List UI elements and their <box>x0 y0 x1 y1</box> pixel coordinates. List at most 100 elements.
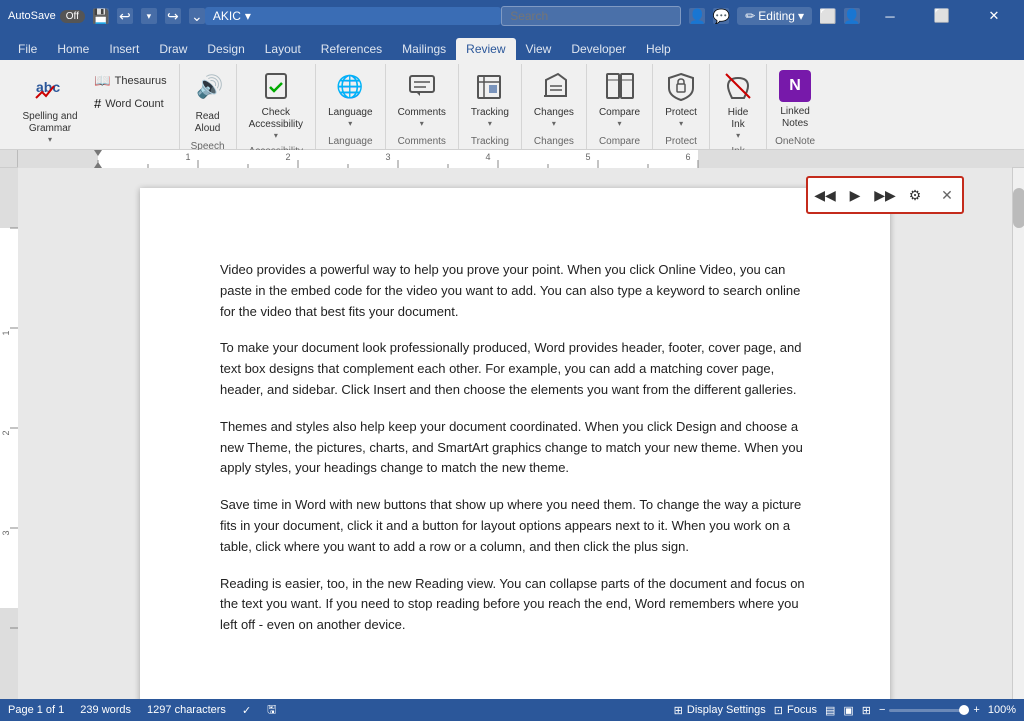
word-count-text: 239 words <box>80 704 131 716</box>
spelling-grammar-button[interactable]: abc Spelling and Grammar ▾ <box>14 66 86 148</box>
linked-notes-button[interactable]: N LinkedNotes <box>773 66 817 134</box>
undo-dropdown-button[interactable]: ▾ <box>141 8 157 24</box>
compare-group-label: Compare <box>593 134 646 149</box>
app-dropdown-icon: ▾ <box>245 9 251 23</box>
tab-file[interactable]: File <box>8 38 47 60</box>
compare-button[interactable]: Compare ▾ <box>593 66 646 132</box>
editing-mode-button[interactable]: ✏ Editing ▾ <box>737 7 812 25</box>
svg-text:2: 2 <box>1 430 11 435</box>
ribbon-display-button[interactable]: ⬜ <box>820 8 836 24</box>
zoom-control[interactable]: − + <box>879 704 980 716</box>
save-status-icon[interactable]: 🖫 <box>267 701 276 720</box>
comments-button[interactable]: Comments ▾ <box>392 66 452 132</box>
svg-text:3: 3 <box>1 530 11 535</box>
ruler-left-gutter <box>0 150 18 167</box>
onenote-content: N LinkedNotes <box>773 64 817 134</box>
hide-ink-dropdown-icon: ▾ <box>736 131 740 140</box>
thesaurus-button[interactable]: 📖 Thesaurus <box>88 70 173 92</box>
tab-layout[interactable]: Layout <box>255 38 311 60</box>
zoom-percent-label: 100% <box>988 704 1016 716</box>
tab-draw[interactable]: Draw <box>149 38 197 60</box>
svg-text:4: 4 <box>485 152 490 162</box>
vertical-scrollbar[interactable] <box>1012 168 1024 699</box>
close-button[interactable]: ✕ <box>972 0 1016 32</box>
check-accessibility-button[interactable]: CheckAccessibility ▾ <box>243 66 309 144</box>
proofing-content: abc Spelling and Grammar ▾ 📖 Thesaurus #… <box>14 64 173 148</box>
language-content: 🌐 Language ▾ <box>322 64 379 134</box>
protect-button[interactable]: Protect ▾ <box>659 66 703 132</box>
proofing-status-icon[interactable]: ✓ <box>242 704 251 717</box>
view-mode-button-2[interactable]: ▣ <box>843 704 853 717</box>
zoom-minus-button[interactable]: − <box>879 704 885 716</box>
display-settings-button[interactable]: ⊞ Display Settings <box>674 704 766 717</box>
language-button[interactable]: 🌐 Language ▾ <box>322 66 379 132</box>
read-aloud-next-button[interactable]: ▶▶ <box>871 181 899 209</box>
tab-mailings[interactable]: Mailings <box>392 38 456 60</box>
tab-help[interactable]: Help <box>636 38 681 60</box>
tab-insert[interactable]: Insert <box>99 38 149 60</box>
autosave-control[interactable]: AutoSave Off <box>8 10 85 23</box>
char-count-status[interactable]: 1297 characters <box>147 704 226 716</box>
comment-button[interactable]: 💬 <box>713 8 729 24</box>
word-count-status[interactable]: 239 words <box>80 704 131 716</box>
svg-text:1: 1 <box>185 152 190 162</box>
save-icon: 🖫 <box>267 701 276 720</box>
read-aloud-button[interactable]: 🔊 ReadAloud <box>186 66 230 139</box>
autosave-toggle[interactable]: Off <box>60 10 85 23</box>
profile-button[interactable]: 👤 <box>844 8 860 24</box>
restore-button[interactable]: ⬜ <box>920 0 964 32</box>
view-mode-button-3[interactable]: ⊞ <box>862 704 871 717</box>
ruler-right-gutter <box>1012 150 1024 167</box>
undo-button[interactable]: ↩ <box>117 8 133 24</box>
zoom-thumb[interactable] <box>959 705 969 715</box>
svg-text:1: 1 <box>1 330 11 335</box>
save-button[interactable]: 💾 <box>93 8 109 24</box>
tab-references[interactable]: References <box>311 38 392 60</box>
page-info-text: Page 1 of 1 <box>8 704 64 716</box>
tracking-button[interactable]: Tracking ▾ <box>465 66 515 132</box>
more-qat-button[interactable]: ⌄ <box>189 8 205 24</box>
display-settings-icon: ⊞ <box>674 704 683 717</box>
zoom-plus-button[interactable]: + <box>973 704 979 716</box>
tab-developer[interactable]: Developer <box>561 38 636 60</box>
search-input[interactable] <box>501 6 681 26</box>
svg-text:6: 6 <box>685 152 690 162</box>
redo-button[interactable]: ↪ <box>165 8 181 24</box>
read-aloud-close-button[interactable]: ✕ <box>935 183 959 207</box>
read-aloud-settings-button[interactable]: ⚙ <box>901 181 929 209</box>
view-mode-button-1[interactable]: ▤ <box>825 704 835 717</box>
document-scroll-area[interactable]: ◀◀ ▶ ▶▶ ⚙ ✕ Video provides a powerful wa… <box>18 168 1012 699</box>
language-dropdown-icon: ▾ <box>348 119 352 128</box>
spelling-grammar-label: Spelling and Grammar <box>20 111 80 135</box>
ribbon-group-ink: HideInk ▾ Ink <box>710 64 767 149</box>
ribbon-group-onenote: N LinkedNotes OneNote <box>767 64 823 149</box>
linked-notes-label: LinkedNotes <box>780 106 809 130</box>
tab-design[interactable]: Design <box>197 38 254 60</box>
changes-button[interactable]: Changes ▾ <box>528 66 580 132</box>
scrollbar-thumb[interactable] <box>1013 188 1024 228</box>
share-button[interactable]: 👤 <box>689 8 705 24</box>
tab-view[interactable]: View <box>516 38 562 60</box>
proofing-small-buttons: 📖 Thesaurus # Word Count <box>88 70 173 114</box>
focus-button[interactable]: ⊡ Focus <box>774 704 817 717</box>
document-area: 1 2 3 ◀◀ ▶ ▶▶ ⚙ ✕ Video provides a power… <box>0 168 1024 699</box>
changes-content: Changes ▾ <box>528 64 580 134</box>
app-title[interactable]: AKIC ▾ <box>205 7 501 25</box>
tab-home[interactable]: Home <box>47 38 99 60</box>
editing-dropdown-icon: ▾ <box>798 9 804 23</box>
read-aloud-play-button[interactable]: ▶ <box>841 181 869 209</box>
protect-dropdown-icon: ▾ <box>679 119 683 128</box>
title-bar-center: AKIC ▾ <box>205 7 501 25</box>
accessibility-dropdown-icon: ▾ <box>274 131 278 140</box>
hide-ink-button[interactable]: HideInk ▾ <box>716 66 760 144</box>
tracking-label: Tracking <box>471 107 509 119</box>
page-info[interactable]: Page 1 of 1 <box>8 704 64 716</box>
minimize-button[interactable]: ─ <box>868 0 912 32</box>
ink-content: HideInk ▾ <box>716 64 760 144</box>
tab-review[interactable]: Review <box>456 38 515 60</box>
word-count-label: Word Count <box>105 98 164 110</box>
zoom-track[interactable] <box>889 709 969 712</box>
word-count-button[interactable]: # Word Count <box>88 93 173 114</box>
autosave-state: Off <box>66 11 79 22</box>
read-aloud-prev-button[interactable]: ◀◀ <box>811 181 839 209</box>
